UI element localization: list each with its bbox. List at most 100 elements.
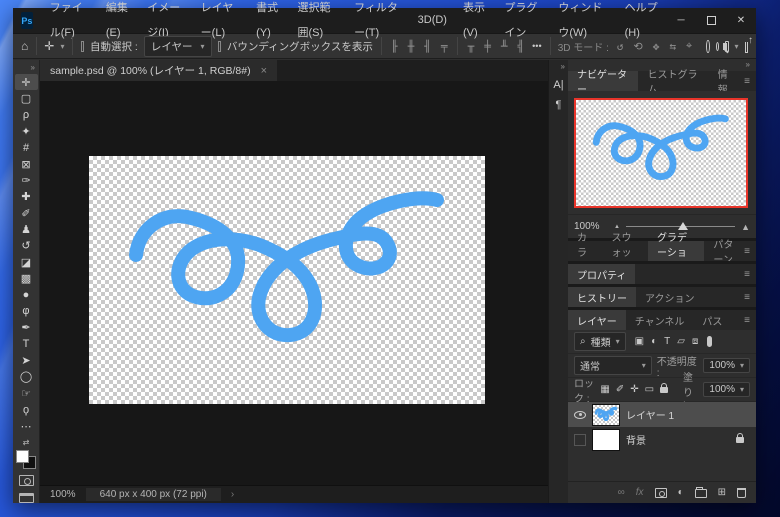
3d-camera-icon[interactable]: ⌖ — [684, 39, 694, 53]
visibility-eye-icon[interactable] — [574, 411, 586, 419]
status-zoom-field[interactable]: 100% — [50, 489, 76, 500]
dodge-tool[interactable]: φ — [15, 303, 38, 319]
align-middle-icon[interactable]: ╪ — [482, 40, 493, 53]
gradient-tool[interactable]: ▩ — [15, 271, 38, 287]
tab-history[interactable]: ヒストリー — [568, 287, 636, 307]
tab-layers[interactable]: レイヤー — [568, 310, 626, 330]
dock-expand-icon[interactable]: » — [561, 62, 565, 71]
hand-tool[interactable]: ☞ — [15, 385, 38, 401]
panels-collapse-icon[interactable]: » — [746, 60, 750, 71]
eraser-tool[interactable]: ◪ — [15, 254, 38, 270]
tab-close-icon[interactable]: × — [261, 65, 267, 77]
filter-toggle-icon[interactable] — [707, 336, 712, 347]
history-brush-tool[interactable]: ↺ — [15, 238, 38, 254]
3d-pan-icon[interactable]: ✥ — [651, 40, 662, 53]
lock-pixels-icon[interactable]: ✐ — [616, 384, 624, 395]
lock-transparency-icon[interactable]: ▦ — [600, 384, 609, 395]
filter-smart-object-icon[interactable]: ⧈ — [692, 336, 698, 347]
new-layer-icon[interactable]: ⊞ — [718, 487, 726, 498]
distribute-vertical-icon[interactable]: ╣ — [516, 40, 527, 53]
clone-stamp-tool[interactable]: ♟ — [15, 221, 38, 237]
lasso-tool[interactable]: ρ — [15, 107, 38, 123]
zoom-slider-thumb[interactable] — [678, 222, 688, 230]
lock-artboard-icon[interactable]: ▭ — [645, 384, 654, 395]
foreground-color-swatch[interactable] — [16, 450, 29, 463]
filter-pixel-layers-icon[interactable]: ▣ — [635, 336, 644, 347]
paragraph-panel-icon[interactable]: ¶ — [556, 99, 562, 111]
tab-channels[interactable]: チャンネル — [626, 310, 694, 330]
auto-select-dropdown[interactable]: レイヤー ▾ — [144, 36, 212, 57]
distribute-horizontal-icon[interactable]: ╤ — [439, 40, 450, 53]
swap-colors-icon[interactable]: ⇄ — [23, 438, 30, 447]
quick-mask-icon[interactable] — [19, 475, 34, 485]
align-left-icon[interactable]: ╟ — [389, 40, 400, 53]
character-panel-icon[interactable]: A| — [553, 79, 563, 91]
share-icon[interactable] — [745, 42, 749, 53]
move-tool[interactable]: ✛ — [15, 74, 38, 90]
filter-shape-layers-icon[interactable]: ▱ — [677, 336, 685, 347]
adjustment-layer-icon[interactable]: ◐ — [678, 487, 684, 498]
bounding-box-checkbox[interactable] — [218, 41, 221, 52]
filter-adjustment-layers-icon[interactable]: ◐ — [651, 336, 657, 347]
shape-tool[interactable]: ◯ — [15, 369, 38, 385]
panel-menu-icon[interactable]: ≡ — [744, 76, 750, 87]
visibility-eye-empty[interactable] — [574, 434, 586, 446]
new-group-icon[interactable] — [695, 489, 707, 498]
edit-toolbar-icon[interactable]: ⋯ — [15, 418, 38, 434]
account-icon[interactable] — [706, 40, 710, 53]
document-tab[interactable]: sample.psd @ 100% (レイヤー 1, RGB/8#) × — [40, 60, 277, 81]
align-right-icon[interactable]: ╢ — [422, 40, 433, 53]
zoom-tool[interactable]: ϙ — [15, 402, 38, 418]
status-chevron-icon[interactable]: › — [231, 489, 234, 500]
marquee-tool[interactable]: ▢ — [15, 90, 38, 106]
layer-row-background[interactable]: 背景 — [568, 427, 756, 452]
blur-tool[interactable]: ● — [15, 287, 38, 303]
tab-gradients[interactable]: グラデーション — [648, 241, 704, 261]
chevron-down-icon[interactable]: ▾ — [60, 42, 64, 51]
tab-navigator[interactable]: ナビゲーター — [568, 71, 638, 91]
auto-select-checkbox[interactable] — [81, 41, 84, 52]
align-center-icon[interactable]: ╫ — [406, 40, 417, 53]
3d-orbit-icon[interactable]: ↺ — [615, 40, 626, 53]
tab-patterns[interactable]: パターン — [704, 241, 744, 261]
panel-menu-icon[interactable]: ≡ — [744, 246, 750, 257]
layer-filter-dropdown[interactable]: ⌕ 種類 ▾ — [574, 332, 626, 351]
tab-properties[interactable]: プロパティ — [568, 264, 635, 284]
close-button[interactable]: ✕ — [726, 8, 756, 33]
menu-3d[interactable]: 3D(D) — [410, 8, 455, 33]
lock-all-icon[interactable] — [660, 387, 668, 393]
home-icon[interactable]: ⌂ — [21, 40, 28, 52]
screen-mode-icon[interactable] — [19, 493, 34, 503]
panel-menu-icon[interactable]: ≡ — [744, 315, 750, 326]
object-selection-tool[interactable]: ✦ — [15, 123, 38, 139]
path-selection-tool[interactable]: ➤ — [15, 352, 38, 368]
navigator-preview[interactable] — [574, 98, 748, 208]
align-bottom-icon[interactable]: ╨ — [499, 40, 510, 53]
canvas[interactable] — [89, 156, 485, 404]
layer-thumbnail[interactable] — [593, 405, 619, 425]
spot-healing-tool[interactable]: ✚ — [15, 189, 38, 205]
blend-mode-dropdown[interactable]: 通常 ▾ — [574, 356, 652, 375]
tab-swatches[interactable]: スウォッチ — [603, 241, 649, 261]
panel-menu-icon[interactable]: ≡ — [744, 292, 750, 303]
workspace-icon[interactable] — [725, 41, 729, 52]
tab-info[interactable]: 情報 — [709, 71, 744, 91]
layer-style-icon[interactable]: fx — [636, 487, 644, 498]
toolbar-collapse-icon[interactable]: » — [31, 63, 35, 72]
tab-histogram[interactable]: ヒストグラム — [638, 71, 708, 91]
frame-tool[interactable]: ⊠ — [15, 156, 38, 172]
search-icon[interactable] — [716, 42, 719, 51]
lock-position-icon[interactable]: ✛ — [630, 384, 638, 395]
fill-field[interactable]: 100% ▾ — [703, 382, 750, 397]
add-layer-mask-icon[interactable] — [655, 488, 667, 498]
link-layers-icon[interactable]: ∞ — [618, 487, 625, 498]
tab-paths[interactable]: パス — [693, 310, 731, 330]
delete-layer-icon[interactable] — [737, 488, 746, 498]
zoom-in-icon[interactable]: ▲ — [741, 222, 750, 232]
background-thumbnail[interactable] — [593, 430, 619, 450]
chevron-down-icon[interactable]: ▾ — [735, 42, 739, 51]
zoom-slider[interactable] — [626, 226, 735, 227]
type-tool[interactable]: T — [15, 336, 38, 352]
3d-roll-icon[interactable]: ⟲ — [632, 40, 645, 53]
3d-slide-icon[interactable]: ⇆ — [667, 40, 678, 53]
